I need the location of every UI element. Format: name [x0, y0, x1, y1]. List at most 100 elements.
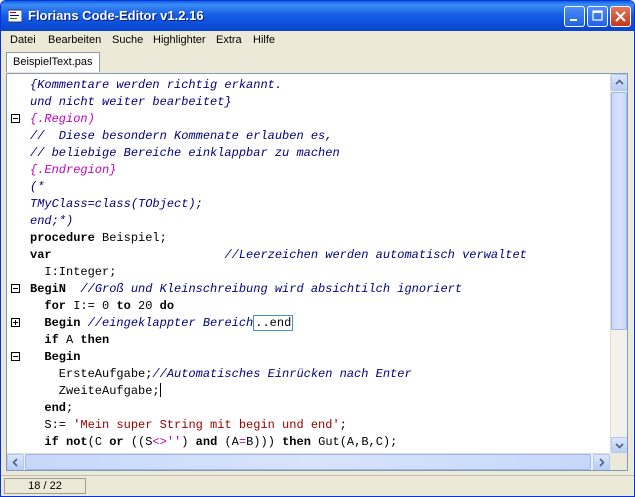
code-line[interactable]: {.Endregion}: [30, 162, 116, 179]
menu-datei[interactable]: Datei: [10, 34, 36, 46]
maximize-button[interactable]: [587, 6, 608, 27]
code-token: do: [159, 299, 175, 313]
code-line[interactable]: TMyClass=class(TObject);: [30, 196, 203, 213]
cursor-position: 18 / 22: [4, 478, 86, 494]
code-line[interactable]: BegiN //Groß und Kleinschreibung wird ab…: [30, 281, 462, 298]
code-line[interactable]: (*: [30, 179, 44, 196]
code-token: ;: [66, 401, 74, 415]
main-window: Florians Code-Editor v1.2.16 Datei Bearb…: [0, 0, 635, 497]
code-token: {.Region): [30, 112, 95, 126]
code-token: ErsteAufgabe;: [30, 367, 153, 381]
code-token: //eingeklappter Bereich: [87, 316, 254, 330]
close-button[interactable]: [610, 6, 631, 27]
code-line[interactable]: end;: [30, 400, 73, 417]
code-token: B))): [246, 435, 283, 449]
code-line[interactable]: procedure Beispiel;: [30, 230, 167, 247]
menu-highlighter[interactable]: Highlighter: [153, 34, 206, 46]
code-line[interactable]: S:= 'Mein super String mit begin und end…: [30, 417, 347, 434]
code-token: to: [116, 299, 131, 313]
code-editor[interactable]: {Kommentare werden richtig erkannt. und n…: [6, 73, 628, 471]
code-token: end: [44, 401, 67, 415]
code-token: {.Endregion}: [30, 163, 117, 177]
scroll-right-button[interactable]: [593, 454, 610, 470]
code-token: if: [44, 435, 59, 449]
code-area[interactable]: {Kommentare werden richtig erkannt. und n…: [30, 74, 610, 454]
code-line[interactable]: for I:= 0 to 20 do: [30, 298, 174, 315]
minimize-icon: [570, 19, 577, 21]
menu-bar: Datei Bearbeiten Suche Highlighter Extra…: [1, 31, 634, 51]
scroll-down-button[interactable]: [611, 437, 627, 454]
code-token: 'Mein super String mit begin und end': [73, 418, 340, 432]
code-line[interactable]: Begin //eingeklappter Bereich ..end: [30, 315, 294, 332]
code-token: ((S: [123, 435, 153, 449]
code-token: =: [238, 435, 247, 449]
scroll-left-button[interactable]: [7, 454, 24, 470]
code-line[interactable]: ErsteAufgabe;//Automatisches Einrücken n…: [30, 366, 412, 383]
code-line[interactable]: end;*): [30, 213, 73, 230]
code-token: for: [44, 299, 67, 313]
horizontal-scroll-thumb[interactable]: [25, 454, 591, 470]
status-bar: 18 / 22: [1, 475, 634, 496]
fold-collapse-icon[interactable]: [11, 284, 20, 293]
code-line[interactable]: ZweiteAufgabe;: [30, 383, 161, 400]
code-token: and: [195, 435, 218, 449]
fold-expand-icon[interactable]: [11, 318, 20, 327]
code-line[interactable]: und nicht weiter bearbeitet}: [30, 94, 232, 111]
code-token: not: [66, 435, 88, 449]
collapsed-region-marker[interactable]: ..end: [253, 315, 294, 331]
vertical-scroll-thumb[interactable]: [611, 92, 627, 330]
code-token: <>'': [152, 435, 182, 449]
code-token: (*: [30, 180, 45, 194]
scroll-up-button[interactable]: [611, 74, 627, 91]
maximize-icon: [592, 10, 603, 21]
code-line[interactable]: // Diese besondern Kommenate erlauben es…: [30, 128, 332, 145]
tab-beispieltext[interactable]: BeispielText.pas: [6, 52, 100, 72]
code-line[interactable]: var //Leerzeichen werden automatisch ver…: [30, 247, 527, 264]
horizontal-scrollbar[interactable]: [7, 453, 611, 470]
code-token: then: [80, 333, 110, 347]
code-token: TMyClass=class(TObject);: [30, 197, 203, 211]
code-line[interactable]: I:Integer;: [30, 264, 116, 281]
code-token: // Diese besondern Kommenate erlauben es…: [30, 129, 333, 143]
code-token: A: [58, 333, 81, 347]
minimize-button[interactable]: [564, 6, 585, 27]
title-bar[interactable]: Florians Code-Editor v1.2.16: [1, 1, 634, 31]
code-token: then: [282, 435, 311, 449]
code-token: I:= 0: [66, 299, 117, 313]
fold-collapse-icon[interactable]: [11, 114, 20, 123]
window-title: Florians Code-Editor v1.2.16: [28, 8, 204, 23]
code-token: {Kommentare werden richtig erkannt.: [30, 78, 283, 92]
code-token: Beispiel;: [94, 231, 167, 245]
code-token: (A: [217, 435, 239, 449]
text-caret: [159, 383, 161, 397]
fold-collapse-icon[interactable]: [11, 352, 20, 361]
code-line[interactable]: Begin: [30, 349, 80, 366]
code-line[interactable]: {Kommentare werden richtig erkannt.: [30, 77, 282, 94]
code-token: Begin: [44, 316, 81, 330]
code-line[interactable]: if A then: [30, 332, 109, 349]
code-line[interactable]: // beliebige Bereiche einklappbar zu mac…: [30, 145, 340, 162]
code-token: if: [44, 333, 59, 347]
code-line[interactable]: if not(C or ((S<>'') and (A=B))) then Gu…: [30, 434, 397, 451]
arrow-right-icon: [599, 458, 605, 467]
code-token: or: [109, 435, 124, 449]
menu-extra[interactable]: Extra: [216, 34, 242, 46]
code-token: procedure: [30, 231, 95, 245]
code-token: Gut(A,B,C);: [310, 435, 398, 449]
scrollbar-corner: [610, 453, 627, 470]
code-token: S:=: [30, 418, 74, 432]
code-token: //Automatisches Einrücken nach Enter: [152, 367, 412, 381]
menu-bearbeiten[interactable]: Bearbeiten: [48, 34, 101, 46]
fold-gutter: [7, 74, 24, 454]
vertical-scrollbar[interactable]: [610, 74, 627, 454]
code-line[interactable]: {.Region): [30, 111, 95, 128]
menu-hilfe[interactable]: Hilfe: [253, 34, 275, 46]
code-token: ;: [339, 418, 347, 432]
menu-suche[interactable]: Suche: [112, 34, 143, 46]
